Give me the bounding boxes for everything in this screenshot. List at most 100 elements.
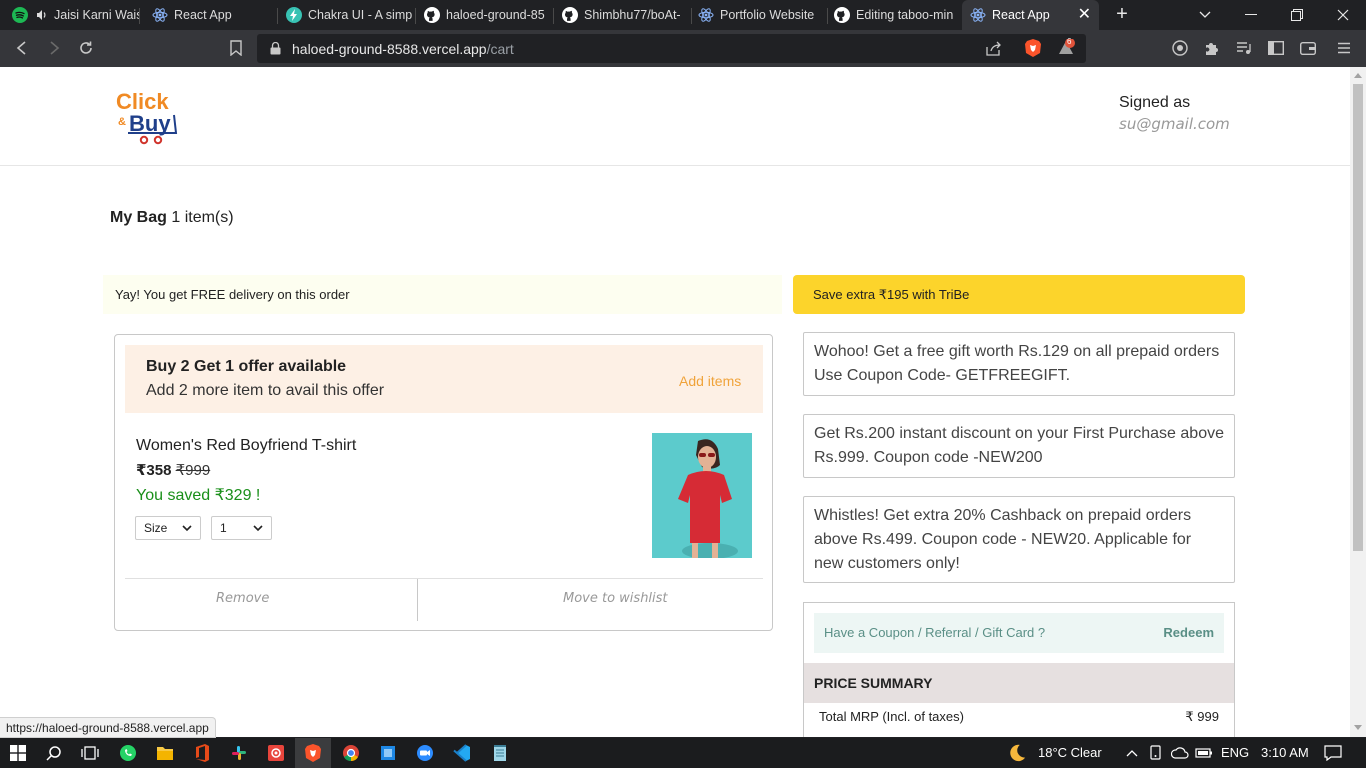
react-icon bbox=[152, 7, 168, 23]
total-mrp-value: ₹ 999 bbox=[1185, 709, 1219, 724]
file-explorer-icon[interactable] bbox=[155, 743, 175, 763]
tab-github-boat[interactable]: Shimbhu77/boAt- bbox=[554, 0, 692, 30]
recorder-icon[interactable] bbox=[266, 743, 286, 763]
click-and-buy-logo[interactable]: Click & Buy bbox=[114, 87, 184, 147]
offer-title: Buy 2 Get 1 offer available bbox=[146, 358, 347, 375]
search-icon[interactable] bbox=[44, 743, 64, 763]
tab-github-editing[interactable]: Editing taboo-min bbox=[828, 0, 962, 30]
vscode-icon[interactable] bbox=[452, 743, 472, 763]
tab-portfolio[interactable]: Portfolio Website bbox=[692, 0, 828, 30]
tab-github-haloed[interactable]: haloed-ground-85 bbox=[416, 0, 554, 30]
size-select[interactable]: Size bbox=[135, 516, 201, 540]
original-price: ₹999 bbox=[175, 462, 211, 479]
notifications-icon[interactable] bbox=[1323, 743, 1343, 763]
free-delivery-banner: Yay! You get FREE delivery on this order bbox=[103, 275, 782, 314]
tab-react-app[interactable]: React App bbox=[140, 0, 278, 30]
forward-button[interactable] bbox=[44, 38, 64, 58]
coupon-redeem-row[interactable]: Have a Coupon / Referral / Gift Card ? R… bbox=[814, 613, 1224, 653]
rewards-badge: 6 bbox=[1067, 37, 1072, 46]
share-icon[interactable] bbox=[986, 41, 1002, 61]
actions-divider bbox=[417, 579, 418, 621]
task-view-icon[interactable] bbox=[80, 743, 100, 763]
bag-title: My Bag 1 item(s) bbox=[110, 209, 234, 227]
brave-rewards-icon[interactable]: 6 bbox=[1057, 37, 1075, 62]
wallet-icon[interactable] bbox=[1298, 38, 1318, 58]
windows-start-icon[interactable] bbox=[8, 743, 28, 763]
move-to-wishlist-button[interactable]: Move to wishlist bbox=[563, 591, 668, 606]
close-tab-icon[interactable]: ✕ bbox=[1078, 7, 1091, 23]
browser-tab-strip: Jaisi Karni Wais React App Chakra UI - A… bbox=[0, 0, 1366, 30]
tab-chakra-ui[interactable]: Chakra UI - A simp bbox=[278, 0, 416, 30]
extensions-icon[interactable] bbox=[1202, 38, 1222, 58]
device-icon[interactable] bbox=[1146, 743, 1166, 763]
coupon-offer: Whistles! Get extra 20% Cashback on prep… bbox=[803, 496, 1235, 583]
weather-text[interactable]: 18°C Clear bbox=[1038, 745, 1102, 760]
tab-label: React App bbox=[174, 8, 232, 22]
scroll-thumb[interactable] bbox=[1353, 84, 1363, 551]
back-button[interactable] bbox=[12, 38, 32, 58]
react-icon bbox=[698, 7, 714, 23]
chrome-icon[interactable] bbox=[341, 743, 361, 763]
tab-spotify[interactable]: Jaisi Karni Wais bbox=[0, 0, 140, 30]
notepad-icon[interactable] bbox=[490, 743, 510, 763]
remove-button[interactable]: Remove bbox=[216, 591, 269, 606]
chevron-up-icon[interactable] bbox=[1122, 743, 1142, 763]
redeem-button[interactable]: Redeem bbox=[1163, 625, 1214, 640]
lock-icon[interactable] bbox=[270, 41, 281, 60]
whatsapp-icon[interactable] bbox=[118, 743, 138, 763]
vpn-icon[interactable] bbox=[1170, 38, 1190, 58]
offer-box: Buy 2 Get 1 offer available Add 2 more i… bbox=[125, 345, 763, 413]
sidebar-icon[interactable] bbox=[1266, 38, 1286, 58]
playlist-icon[interactable] bbox=[1234, 38, 1254, 58]
brave-browser-icon[interactable] bbox=[303, 743, 323, 763]
coupon-offer: Wohoo! Get a free gift worth Rs.129 on a… bbox=[803, 332, 1235, 396]
add-items-link[interactable]: Add items bbox=[679, 373, 741, 389]
tab-label: Chakra UI - A simp bbox=[308, 8, 413, 22]
brave-shields-icon[interactable] bbox=[1025, 39, 1041, 62]
tab-label: Editing taboo-min bbox=[856, 8, 954, 22]
store-icon[interactable] bbox=[378, 743, 398, 763]
restore-button[interactable] bbox=[1274, 0, 1320, 30]
close-window-button[interactable] bbox=[1320, 0, 1366, 30]
zoom-icon[interactable] bbox=[415, 743, 435, 763]
coupon-offer: Get Rs.200 instant discount on your Firs… bbox=[803, 414, 1235, 478]
chevron-down-icon bbox=[253, 521, 263, 535]
scroll-down-arrow[interactable] bbox=[1354, 725, 1362, 730]
tribe-banner[interactable]: Save extra ₹195 with TriBe bbox=[793, 275, 1245, 314]
scroll-up-arrow[interactable] bbox=[1354, 73, 1362, 78]
github-icon bbox=[834, 7, 850, 23]
product-name[interactable]: Women's Red Boyfriend T-shirt bbox=[136, 437, 356, 455]
reload-button[interactable] bbox=[76, 38, 96, 58]
github-icon bbox=[424, 7, 440, 23]
logo-text-amp: & bbox=[118, 116, 126, 128]
weather-moon-icon[interactable] bbox=[1007, 743, 1027, 763]
clock-time[interactable]: 3:10 AM bbox=[1261, 745, 1309, 760]
network-icon[interactable] bbox=[1170, 743, 1190, 763]
signed-email[interactable]: su@gmail.com bbox=[1119, 115, 1230, 133]
react-icon bbox=[970, 7, 986, 23]
tab-label: Shimbhu77/boAt- bbox=[584, 8, 681, 22]
page-scrollbar[interactable] bbox=[1350, 67, 1366, 737]
offer-subtitle: Add 2 more item to avail this offer bbox=[146, 382, 385, 399]
slack-icon[interactable] bbox=[229, 743, 249, 763]
menu-icon[interactable] bbox=[1334, 38, 1354, 58]
battery-icon[interactable] bbox=[1194, 743, 1214, 763]
address-bar[interactable]: haloed-ground-8588.vercel.app/cart 6 bbox=[257, 34, 1086, 63]
bookmark-icon[interactable] bbox=[226, 38, 246, 58]
browser-toolbar: haloed-ground-8588.vercel.app/cart 6 bbox=[0, 30, 1366, 67]
github-icon bbox=[562, 7, 578, 23]
speaker-icon[interactable] bbox=[34, 7, 50, 23]
url-text: haloed-ground-8588.vercel.app/cart bbox=[292, 41, 514, 57]
new-tab-button[interactable]: + bbox=[1112, 4, 1132, 26]
office-icon[interactable] bbox=[192, 743, 212, 763]
minimize-button[interactable] bbox=[1228, 0, 1274, 30]
product-image[interactable] bbox=[652, 433, 752, 558]
quantity-select[interactable]: 1 bbox=[211, 516, 272, 540]
tab-react-app-active[interactable]: React App ✕ bbox=[962, 0, 1099, 30]
language-indicator[interactable]: ENG bbox=[1221, 745, 1249, 760]
signed-as-label: Signed as bbox=[1119, 94, 1191, 111]
status-url-tooltip: https://haloed-ground-8588.vercel.app bbox=[0, 717, 216, 738]
tab-search-button[interactable] bbox=[1182, 0, 1228, 30]
web-page: Click & Buy Signed as su@gmail.com My Ba… bbox=[0, 67, 1350, 737]
cart-item-card: Buy 2 Get 1 offer available Add 2 more i… bbox=[114, 334, 773, 631]
